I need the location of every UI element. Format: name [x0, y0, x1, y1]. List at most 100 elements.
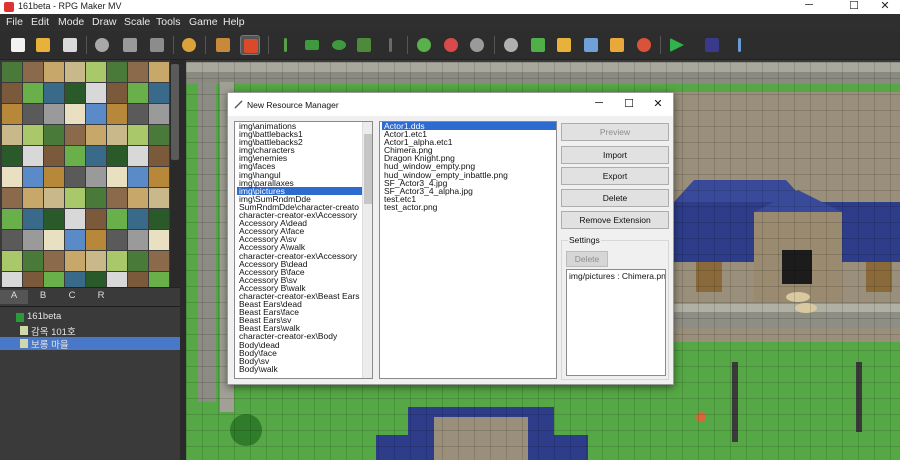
- tile[interactable]: [2, 83, 22, 103]
- minimize-button[interactable]: ─: [794, 0, 824, 13]
- fill-icon[interactable]: [354, 35, 374, 55]
- menu-tools[interactable]: Tools: [156, 16, 181, 28]
- tile[interactable]: [65, 146, 85, 166]
- tile[interactable]: [44, 272, 64, 287]
- tileset-scrollbar[interactable]: [170, 60, 180, 287]
- tile[interactable]: [107, 251, 127, 271]
- file-list[interactable]: Actor1.dds Actor1.etc1 Actor1_alpha.etc1 Ch…: [379, 121, 557, 379]
- tab-b[interactable]: B: [29, 290, 57, 301]
- delete-button[interactable]: Delete: [561, 189, 669, 207]
- tree-map-1[interactable]: 감옥 101호: [0, 324, 180, 338]
- tile[interactable]: [2, 146, 22, 166]
- menu-mode[interactable]: Mode: [58, 16, 84, 28]
- paste-icon[interactable]: [147, 35, 167, 55]
- tile[interactable]: [23, 125, 43, 145]
- tile[interactable]: [107, 209, 127, 229]
- tile[interactable]: [44, 83, 64, 103]
- tile[interactable]: [86, 272, 106, 287]
- tile[interactable]: [23, 230, 43, 250]
- tile[interactable]: [65, 188, 85, 208]
- tab-c[interactable]: C: [58, 290, 86, 301]
- tile[interactable]: [86, 62, 106, 82]
- tile[interactable]: [149, 167, 169, 187]
- tile[interactable]: [44, 209, 64, 229]
- tile[interactable]: [2, 272, 22, 287]
- tile[interactable]: [107, 188, 127, 208]
- tile[interactable]: [149, 125, 169, 145]
- tile[interactable]: [44, 251, 64, 271]
- save-project-icon[interactable]: [60, 35, 80, 55]
- tile[interactable]: [44, 188, 64, 208]
- menu-file[interactable]: File: [6, 16, 23, 28]
- tile[interactable]: [128, 230, 148, 250]
- event-mode-icon[interactable]: [240, 35, 260, 55]
- tile[interactable]: [107, 272, 127, 287]
- tile[interactable]: [23, 146, 43, 166]
- tile[interactable]: [128, 272, 148, 287]
- tile[interactable]: [128, 251, 148, 271]
- tile[interactable]: [23, 209, 43, 229]
- menu-help[interactable]: Help: [223, 16, 245, 28]
- tile[interactable]: [2, 209, 22, 229]
- tile[interactable]: [86, 251, 106, 271]
- script-icon[interactable]: [729, 35, 749, 55]
- tile[interactable]: [128, 167, 148, 187]
- character-generator-icon[interactable]: [634, 35, 654, 55]
- tile[interactable]: [107, 167, 127, 187]
- menu-draw[interactable]: Draw: [92, 16, 117, 28]
- actual-size-icon[interactable]: [467, 35, 487, 55]
- tile[interactable]: [128, 83, 148, 103]
- dialog-maximize-button[interactable]: ☐: [614, 97, 644, 110]
- zoom-in-icon[interactable]: [414, 35, 434, 55]
- tab-r[interactable]: R: [87, 290, 115, 301]
- tile[interactable]: [23, 83, 43, 103]
- dialog-minimize-button[interactable]: ─: [584, 97, 614, 109]
- map-mode-icon[interactable]: [213, 35, 233, 55]
- tile[interactable]: [149, 272, 169, 287]
- tile[interactable]: [149, 62, 169, 82]
- new-project-icon[interactable]: [8, 35, 28, 55]
- tile[interactable]: [86, 209, 106, 229]
- tile[interactable]: [86, 104, 106, 124]
- menu-edit[interactable]: Edit: [31, 16, 49, 28]
- tile[interactable]: [44, 104, 64, 124]
- tile[interactable]: [2, 62, 22, 82]
- dv-icon[interactable]: [702, 35, 722, 55]
- tile[interactable]: [44, 230, 64, 250]
- tile[interactable]: [128, 62, 148, 82]
- tile[interactable]: [23, 167, 43, 187]
- tile[interactable]: [128, 146, 148, 166]
- file-item[interactable]: test_actor.png: [382, 203, 556, 212]
- tile[interactable]: [107, 83, 127, 103]
- tile[interactable]: [65, 272, 85, 287]
- rectangle-icon[interactable]: [302, 35, 322, 55]
- tile[interactable]: [2, 251, 22, 271]
- menu-game[interactable]: Game: [189, 16, 218, 28]
- tile[interactable]: [44, 62, 64, 82]
- tile[interactable]: [86, 230, 106, 250]
- tree-map-2[interactable]: 보롱 마을: [0, 337, 180, 351]
- tab-a[interactable]: A: [0, 290, 28, 304]
- tile[interactable]: [107, 62, 127, 82]
- tree-project[interactable]: 161beta: [0, 311, 180, 324]
- folder-list-scrollbar[interactable]: [362, 122, 372, 378]
- tile[interactable]: [107, 125, 127, 145]
- settings-delete-button[interactable]: Delete: [566, 251, 608, 267]
- tile[interactable]: [23, 188, 43, 208]
- tileset-palette[interactable]: [0, 60, 170, 287]
- tile[interactable]: [149, 83, 169, 103]
- playtest-icon[interactable]: [667, 35, 687, 55]
- tile[interactable]: [65, 251, 85, 271]
- tile[interactable]: [2, 188, 22, 208]
- shadow-pen-icon[interactable]: [380, 35, 400, 55]
- tile[interactable]: [86, 167, 106, 187]
- preview-button[interactable]: Preview: [561, 123, 669, 141]
- tile[interactable]: [65, 104, 85, 124]
- tile[interactable]: [86, 188, 106, 208]
- plugin-manager-icon[interactable]: [528, 35, 548, 55]
- database-icon[interactable]: [501, 35, 521, 55]
- tile[interactable]: [2, 104, 22, 124]
- folder-item[interactable]: Body\walk: [237, 365, 372, 374]
- dialog-close-button[interactable]: ✕: [643, 97, 673, 110]
- tile[interactable]: [149, 209, 169, 229]
